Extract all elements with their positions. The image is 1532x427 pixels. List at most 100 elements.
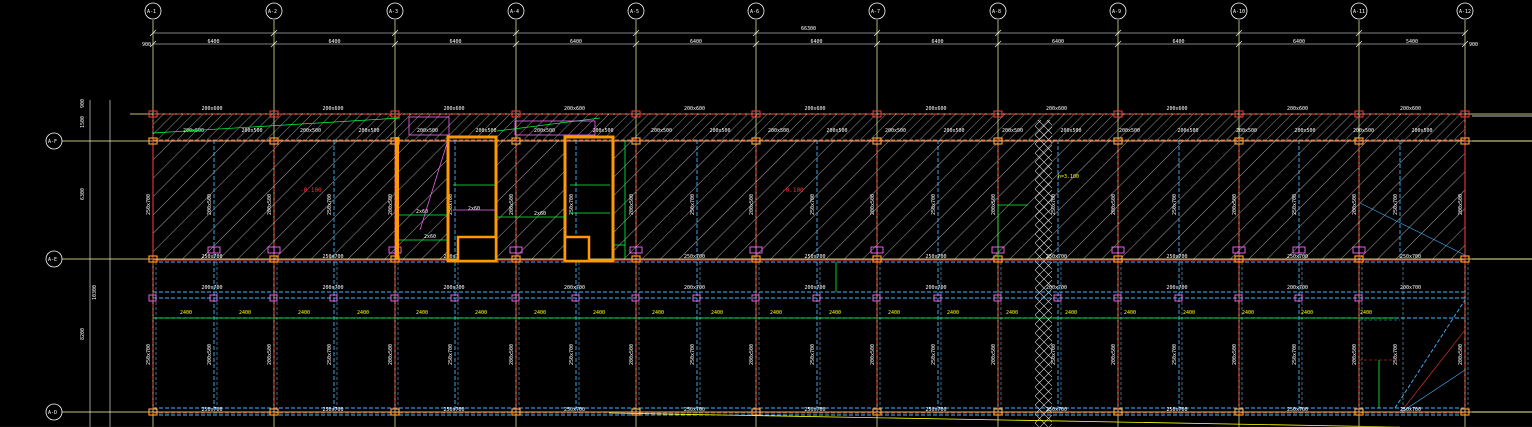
slab-thickness-label: 2400 (829, 310, 841, 316)
left-dim-text: 900 (80, 99, 86, 108)
beam-label-vertical-lower: 200x500 (267, 344, 273, 365)
axis-label-top: A-7 (871, 9, 880, 15)
slab-thickness-label: 2400 (711, 310, 723, 316)
beam-label-vertical-lower: 250x700 (1051, 344, 1057, 365)
beam-label-vertical: 200x500 (509, 194, 515, 215)
axis-label-left: A-F (48, 139, 57, 145)
slab-thickness-label: 2400 (947, 310, 959, 316)
slab-level-2: -0.100 (782, 187, 804, 194)
beam-label-secondary: 200x500 (534, 128, 555, 134)
beam-label-row2: 200x700 (684, 285, 705, 291)
axis-label-top: A-1 (147, 9, 156, 15)
axis-label-top: A-4 (510, 9, 519, 15)
slab-thickness-label: 2400 (416, 310, 428, 316)
beam-label-secondary: 200x500 (944, 128, 965, 134)
beam-label-vertical-lower: 200x500 (509, 344, 515, 365)
beam-label-vertical: 200x500 (388, 194, 394, 215)
beam-label-vertical-lower: 250x700 (931, 344, 937, 365)
beam-label-vertical-lower: 250x700 (690, 344, 696, 365)
slab-thickness-label: 2400 (1124, 310, 1136, 316)
beam-label-row2: 200x700 (202, 285, 223, 291)
beam-label-row2: 200x700 (564, 285, 585, 291)
stair-landing-1 (456, 235, 498, 263)
beam-label-row3: 250x700 (444, 407, 465, 413)
beam-label-row3: 250x700 (1046, 407, 1067, 413)
beam-label-vertical: 200x500 (267, 194, 273, 215)
beam-label-secondary: 200x500 (1178, 128, 1199, 134)
beam-label-edge: 200x600 (1167, 106, 1188, 112)
axis-label-top: A-11 (1353, 9, 1365, 15)
beam-label-secondary: 200x500 (827, 128, 848, 134)
slab-thickness-label: 2400 (357, 310, 369, 316)
beam-label-vertical: 250x700 (1292, 194, 1298, 215)
beam-label-vertical: 250x700 (690, 194, 696, 215)
beam-label-vertical-lower: 200x500 (870, 344, 876, 365)
slab-level-1: -0.100 (300, 187, 322, 194)
beam-label-row2: 200x700 (1046, 285, 1067, 291)
edge-dim-right: 900 (1469, 42, 1478, 48)
slab-thickness-label: 2400 (652, 310, 664, 316)
beam-label-vertical: 200x500 (870, 194, 876, 215)
beam-label-vertical: 200x500 (207, 194, 213, 215)
beam-label-secondary: 200x500 (1295, 128, 1316, 134)
axis-label-top: A-3 (389, 9, 398, 15)
beam-label-secondary: 200x500 (1412, 128, 1433, 134)
hatched-slab-top-strip (153, 114, 1465, 140)
axis-label-top: A-9 (1112, 9, 1121, 15)
beam-label-vertical-lower: 200x500 (1232, 344, 1238, 365)
beam-label-edge: 200x600 (1046, 106, 1067, 112)
beam-label-row3: 250x700 (926, 407, 947, 413)
bay-dim-text: 5400 (1406, 39, 1418, 45)
beam-label-vertical-lower: 200x500 (1458, 344, 1464, 365)
beam-label-row1: 250x700 (1167, 254, 1188, 260)
ramp-diagonal-1 (1394, 299, 1466, 409)
beam-label-secondary: 200x500 (651, 128, 672, 134)
beam-label-vertical-lower: 250x700 (1292, 344, 1298, 365)
beam-label-secondary: 200x500 (1119, 128, 1140, 134)
beam-label-vertical: 200x500 (1458, 194, 1464, 215)
beam-label-row2: 200x700 (926, 285, 947, 291)
beam-label-vertical: 250x700 (1051, 194, 1057, 215)
slab-thickness-label: 2400 (534, 310, 546, 316)
beam-label-secondary: 200x500 (1353, 128, 1374, 134)
bay-dim-text: 6400 (690, 39, 702, 45)
beam-label-row3: 250x700 (202, 407, 223, 413)
beam-label-vertical: 200x500 (991, 194, 997, 215)
beam-label-row2: 200x700 (444, 285, 465, 291)
beam-label-secondary: 200x500 (768, 128, 789, 134)
beam-label-edge: 200x600 (684, 106, 705, 112)
beam-label-vertical: 250x700 (146, 194, 152, 215)
slab-thickness-label: 2400 (1360, 310, 1372, 316)
beam-label-vertical: 250x700 (810, 194, 816, 215)
beam-label-edge: 200x600 (926, 106, 947, 112)
beam-label-vertical: 250x700 (1172, 194, 1178, 215)
slab-thickness-label: 2400 (770, 310, 782, 316)
axis-label-top: A-12 (1459, 9, 1471, 15)
beam-label-vertical-lower: 250x700 (569, 344, 575, 365)
beam-label-row1: 250x700 (323, 254, 344, 260)
beam-label-vertical-lower: 250x700 (1393, 344, 1399, 365)
beam-label-vertical-lower: 250x700 (327, 344, 333, 365)
slab-thickness-label: 2400 (1242, 310, 1254, 316)
beam-label-edge: 200x600 (1287, 106, 1308, 112)
beam-label-secondary: 200x500 (417, 128, 438, 134)
axis-label-top: A-2 (268, 9, 277, 15)
beam-label-secondary: 200x500 (885, 128, 906, 134)
beam-label-secondary: 200x500 (710, 128, 731, 134)
beam-label-row1: 250x700 (805, 254, 826, 260)
beam-label-vertical: 200x500 (1352, 194, 1358, 215)
edge-dim-left: 900 (142, 42, 151, 48)
beam-label-vertical-lower: 200x500 (749, 344, 755, 365)
bay-dim-text: 6400 (811, 39, 823, 45)
bay-dim-text: 6400 (570, 39, 582, 45)
beam-label-row2: 200x700 (805, 285, 826, 291)
beam-label-row1: 250x700 (1400, 254, 1421, 260)
beam-label-secondary: 200x500 (1236, 128, 1257, 134)
beam-label-edge: 200x600 (1400, 106, 1421, 112)
left-dim-text: 8200 (80, 328, 86, 340)
beam-label-edge: 200x600 (805, 106, 826, 112)
slab-thickness-label: 2400 (180, 310, 192, 316)
axis-label-left: A-E (48, 257, 57, 263)
beam-label-row1: 250x700 (684, 254, 705, 260)
left-dim-text: 10300 (92, 285, 98, 300)
